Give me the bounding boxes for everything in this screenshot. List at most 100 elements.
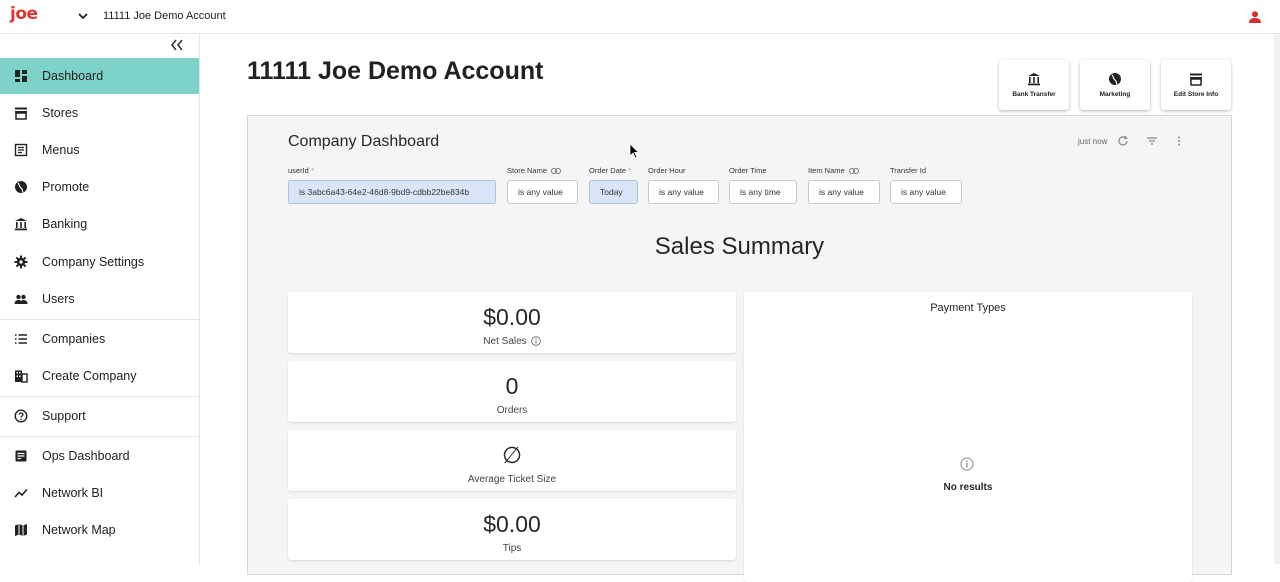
building-icon [15, 370, 28, 383]
list-icon [15, 334, 27, 344]
page-title: 11111 Joe Demo Account [247, 57, 544, 85]
sidebar-item-label: Banking [42, 217, 88, 231]
collapse-sidebar-icon[interactable] [168, 37, 186, 53]
store-name-filter-input[interactable]: is any value [507, 180, 578, 204]
gear-icon [14, 255, 28, 269]
tips-tile: $0.00 Tips [288, 499, 736, 560]
filter-label: Order Hour [648, 166, 686, 175]
filter-order-time: Order Time is any time [729, 166, 797, 204]
filter-label: Order Date [589, 166, 627, 175]
tile-value: $0.00 [483, 511, 541, 537]
required-marker: * [310, 166, 314, 175]
action-label: Edit Store Info [1173, 91, 1219, 98]
dashboard-title: Company Dashboard [288, 133, 440, 150]
filter-transfer-id: Transfer Id is any value [890, 166, 962, 204]
globe-icon [15, 181, 27, 193]
people-icon [14, 294, 28, 304]
payment-types-title: Payment Types [930, 302, 1006, 314]
scrollbar[interactable] [1274, 34, 1280, 564]
sidebar-item-menus[interactable]: Menus [0, 132, 199, 168]
sidebar-item-users[interactable]: Users [0, 281, 199, 317]
dashboard-icon [15, 70, 27, 82]
sidebar-item-stores[interactable]: Stores [0, 95, 199, 131]
company-dashboard-panel: Company Dashboard just now userId * is 3… [247, 115, 1232, 582]
tile-caption: Net Sales [483, 336, 527, 347]
filter-order-hour: Order Hour is any value [648, 166, 719, 204]
sidebar-item-label: Dashboard [42, 69, 104, 83]
sidebar-divider [0, 436, 199, 437]
filter-label: Order Time [729, 166, 767, 175]
marketing-button[interactable]: Marketing [1080, 60, 1150, 110]
no-results-text: No results [943, 482, 993, 493]
sidebar-item-label: Support [42, 409, 86, 423]
user-icon[interactable] [1248, 10, 1262, 24]
required-marker: * [628, 166, 632, 175]
sidebar-item-label: Ops Dashboard [42, 449, 130, 463]
sidebar-item-label: Users [42, 292, 75, 306]
mouse-cursor-icon [629, 143, 639, 159]
filter-item-name: Item Name is any value [808, 166, 880, 204]
sales-summary-title: Sales Summary [654, 233, 825, 260]
sidebar-item-label: Companies [42, 332, 106, 346]
sidebar-item-label: Network Map [42, 523, 116, 537]
tile-value: $0.00 [483, 304, 541, 330]
sidebar-item-label: Create Company [42, 369, 137, 383]
item-name-filter-input[interactable]: is any value [808, 180, 880, 204]
map-icon [15, 524, 27, 536]
transfer-id-filter-input[interactable]: is any value [890, 180, 962, 204]
filter-user-id: userId * is 3abc6a43-64e2-46d8-9bd9-cdbb… [288, 166, 496, 204]
bank-transfer-button[interactable]: Bank Transfer [999, 60, 1069, 110]
filter-label: userId [288, 166, 309, 175]
action-label: Bank Transfer [1012, 91, 1056, 98]
sidebar-item-network-bi[interactable]: Network BI [0, 475, 199, 511]
sidebar: Dashboard Stores Menus Promote Banking C… [0, 34, 200, 564]
sidebar-item-companies[interactable]: Companies [0, 321, 199, 357]
info-icon[interactable] [530, 336, 541, 346]
filter-label: Item Name [808, 166, 845, 175]
sidebar-item-banking[interactable]: Banking [0, 206, 199, 242]
tile-caption: Average Ticket Size [467, 474, 557, 485]
sidebar-item-promote[interactable]: Promote [0, 169, 199, 205]
menu-book-icon [14, 143, 28, 157]
order-hour-filter-input[interactable]: is any value [648, 180, 719, 204]
sidebar-item-dashboard[interactable]: Dashboard [0, 58, 199, 94]
bank-icon [15, 218, 27, 231]
chevron-down-icon[interactable] [76, 9, 90, 23]
order-date-filter-input[interactable]: Today [589, 180, 638, 204]
link-icon [848, 168, 859, 175]
joe-logo[interactable]: joe [10, 4, 38, 24]
net-sales-tile: $0.00 Net Sales [288, 292, 736, 353]
tile-value: ∅ [501, 442, 523, 468]
sidebar-item-create-company[interactable]: Create Company [0, 358, 199, 394]
refresh-icon[interactable] [1117, 135, 1129, 147]
sidebar-item-label: Network BI [42, 486, 104, 500]
user-id-filter-input[interactable]: is 3abc6a43-64e2-46d8-9bd9-cdbb22be834b [288, 180, 496, 204]
more-vert-icon[interactable] [1173, 135, 1185, 147]
help-circle-icon [14, 409, 28, 423]
sidebar-item-label: Menus [42, 143, 80, 157]
last-updated-label: just now [1078, 137, 1108, 146]
average-ticket-size-tile: ∅ Average Ticket Size [288, 430, 736, 491]
store-icon [15, 107, 27, 120]
sidebar-divider [0, 396, 199, 397]
trend-line-icon [14, 488, 28, 498]
tile-caption: Orders [496, 405, 528, 416]
filter-label: Store Name [507, 166, 548, 175]
edit-store-info-button[interactable]: Edit Store Info [1161, 60, 1231, 110]
sidebar-item-company-settings[interactable]: Company Settings [0, 244, 199, 280]
filter-order-date: Order Date * Today [589, 166, 638, 204]
sidebar-item-label: Promote [42, 180, 90, 194]
order-time-filter-input[interactable]: is any time [729, 180, 797, 204]
account-switcher[interactable]: 11111 Joe Demo Account [103, 10, 226, 22]
sidebar-item-network-map[interactable]: Network Map [0, 512, 199, 548]
bank-icon [1028, 73, 1040, 86]
filter-store-name: Store Name is any value [507, 166, 578, 204]
tile-caption: Tips [502, 543, 522, 554]
sidebar-item-support[interactable]: Support [0, 398, 199, 434]
tile-value: 0 [505, 373, 519, 399]
globe-icon [1109, 73, 1121, 85]
sidebar-item-ops-dashboard[interactable]: Ops Dashboard [0, 438, 199, 474]
filter-icon[interactable] [1146, 135, 1158, 147]
sidebar-item-label: Stores [42, 106, 79, 120]
ops-dashboard-icon [15, 450, 27, 462]
